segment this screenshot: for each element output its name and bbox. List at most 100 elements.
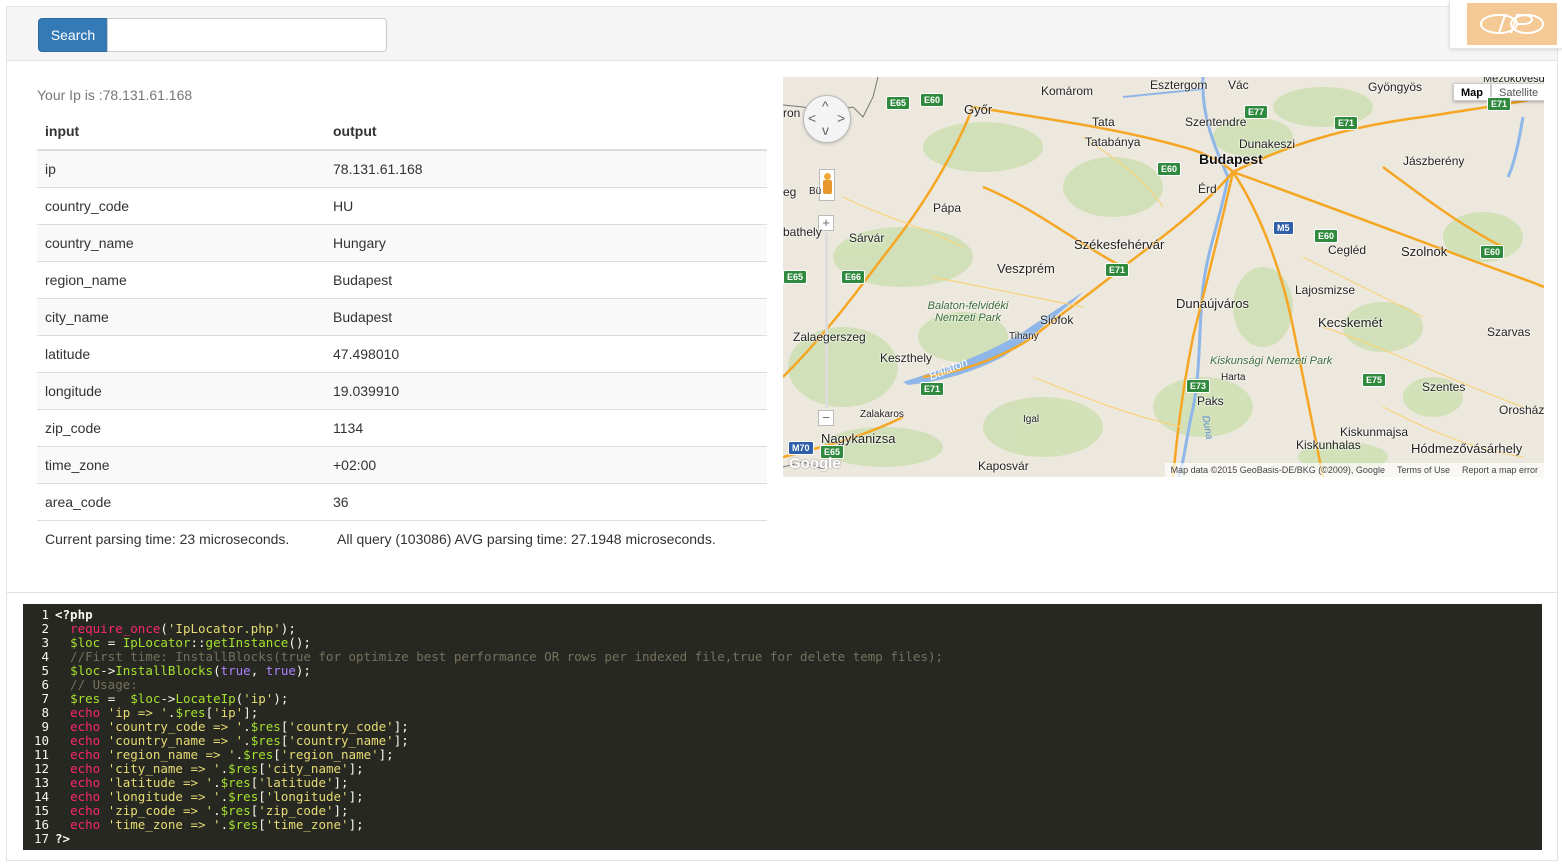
map-label: Siófok	[1040, 313, 1074, 327]
line-number: 12	[33, 761, 49, 776]
map-label: Székesfehérvár	[1074, 237, 1165, 252]
road-shield: E65	[886, 96, 911, 110]
map-label: Orosháza	[1499, 403, 1544, 417]
map-label: Szarvas	[1487, 325, 1531, 339]
map-label: Dunakeszi	[1239, 137, 1296, 151]
map-label: Szolnok	[1401, 244, 1448, 259]
table-row: region_name Budapest	[37, 261, 767, 299]
pan-control[interactable]: ^ < > v	[803, 95, 851, 143]
pan-left-icon[interactable]: <	[808, 110, 816, 126]
line-number: 3	[41, 635, 49, 650]
your-ip-text: Your Ip is :78.131.61.168	[37, 87, 193, 103]
zoom-out-button[interactable]: −	[818, 410, 834, 426]
line-number: 10	[33, 733, 49, 748]
code-line: 9 echo 'country_code => '.$res['country_…	[23, 720, 1542, 734]
location-map[interactable]: Map Satellite ^ < > v + − Esztergom Vác …	[783, 77, 1544, 477]
search-button[interactable]: Search	[38, 18, 108, 52]
table-row: city_name Budapest	[37, 298, 767, 336]
cell-input: zip_code	[37, 409, 325, 447]
map-label: Hódmezővásárhely	[1411, 441, 1523, 456]
map-label: bathely	[783, 225, 822, 239]
line-number: 5	[41, 663, 49, 678]
road-shield: E66	[841, 270, 866, 284]
map-label: Szentes	[1422, 380, 1466, 394]
code-text: echo 'latitude => '.$res['latitude'];	[70, 775, 349, 790]
code-text: echo 'country_code => '.$res['country_co…	[70, 719, 409, 734]
line-number: 17	[33, 831, 49, 846]
map-label: Kiskunhalas	[1296, 438, 1361, 452]
cell-output: Budapest	[325, 298, 767, 336]
code-text: // Usage:	[55, 677, 138, 692]
cell-output: 19.039910	[325, 372, 767, 410]
road-shield: E71	[1487, 97, 1512, 111]
code-line: 4 //First time: InstallBlocks(true for o…	[23, 650, 1542, 664]
code-text: $loc = IpLocator::getInstance();	[70, 635, 311, 650]
map-label: Veszprém	[997, 261, 1055, 276]
code-line: 8 echo 'ip => '.$res['ip'];	[23, 706, 1542, 720]
road-shield: E73	[1186, 379, 1211, 393]
cell-input: city_name	[37, 298, 325, 336]
table-row: country_code HU	[37, 187, 767, 225]
table-row: country_name Hungary	[37, 224, 767, 262]
code-line: 14 echo 'longitude => '.$res['longitude'…	[23, 790, 1542, 804]
road-shield: E60	[1480, 245, 1505, 259]
table-row: time_zone +02:00	[37, 446, 767, 484]
search-input[interactable]	[107, 18, 387, 52]
map-label: Mezőkövesd	[1483, 77, 1544, 85]
map-label: Zalakaros	[860, 409, 904, 420]
map-label: Esztergom	[1150, 78, 1208, 92]
code-text: //First time: InstallBlocks(true for opt…	[55, 649, 944, 664]
map-label: Tihany	[1009, 331, 1039, 342]
cell-input: region_name	[37, 261, 325, 299]
pan-down-icon[interactable]: v	[822, 122, 829, 138]
map-label: Nagykanizsa	[821, 431, 896, 446]
code-text: echo 'city_name => '.$res['city_name'];	[70, 761, 364, 776]
code-text: echo 'time_zone => '.$res['time_zone'];	[70, 817, 364, 832]
code-text: echo 'longitude => '.$res['longitude'];	[70, 789, 364, 804]
map-label: Kecskemét	[1318, 315, 1383, 330]
map-label: Dunaújváros	[1176, 296, 1249, 311]
pan-up-icon[interactable]: ^	[822, 98, 829, 114]
terms-of-use-link[interactable]: Terms of Use	[1397, 463, 1450, 477]
road-shield: E60	[1157, 162, 1182, 176]
cell-input: time_zone	[37, 446, 325, 484]
road-shield: E75	[1362, 373, 1387, 387]
line-number: 16	[33, 817, 49, 832]
code-line: 16 echo 'time_zone => '.$res['time_zone'…	[23, 818, 1542, 832]
code-text: require_once('IpLocator.php');	[70, 621, 296, 636]
code-line: 15 echo 'zip_code => '.$res['zip_code'];	[23, 804, 1542, 818]
code-line: 12 echo 'city_name => '.$res['city_name'…	[23, 762, 1542, 776]
map-label: Győr	[964, 102, 993, 117]
map-label: ron	[783, 106, 801, 120]
map-label: Komárom	[1041, 84, 1094, 98]
map-type-map-button[interactable]: Map	[1453, 83, 1491, 101]
cell-output: 78.131.61.168	[325, 149, 767, 188]
map-label: Cegléd	[1328, 243, 1367, 257]
map-label: Bü	[809, 186, 822, 197]
code-text: echo 'country_name => '.$res['country_na…	[70, 733, 409, 748]
code-text: $res = $loc->LocateIp('ip');	[70, 691, 289, 706]
code-block: 1 <?php 2 require_once('IpLocator.php'); 3 …	[23, 604, 1542, 850]
site-logo[interactable]	[1449, 0, 1562, 49]
code-text: ?>	[55, 831, 71, 846]
code-text: echo 'region_name => '.$res['region_name…	[70, 747, 394, 762]
map-label: Budapest	[1199, 151, 1263, 167]
avg-parsing-time: All query (103086) AVG parsing time: 27.…	[337, 531, 716, 547]
map-footer: Map data ©2015 GeoBasis-DE/BKG (©2009), …	[1164, 463, 1544, 477]
current-parsing-time: Current parsing time: 23 microseconds.	[45, 531, 290, 547]
report-map-error-link[interactable]: Report a map error	[1462, 463, 1538, 477]
cell-output: Hungary	[325, 224, 767, 262]
pan-right-icon[interactable]: >	[837, 110, 845, 126]
map-label: eg	[783, 185, 797, 199]
code-text: $loc->InstallBlocks(true, true);	[70, 663, 311, 678]
cell-input: latitude	[37, 335, 325, 373]
table-row: latitude 47.498010	[37, 335, 767, 373]
zoom-slider[interactable]	[825, 233, 828, 408]
map-label: Paks	[1197, 394, 1224, 408]
line-number: 7	[41, 691, 49, 706]
code-line: 2 require_once('IpLocator.php');	[23, 622, 1542, 636]
cell-output: 47.498010	[325, 335, 767, 373]
line-number: 13	[33, 775, 49, 790]
street-view-pegman-icon[interactable]	[819, 169, 835, 201]
road-shield: E60	[1314, 229, 1339, 243]
